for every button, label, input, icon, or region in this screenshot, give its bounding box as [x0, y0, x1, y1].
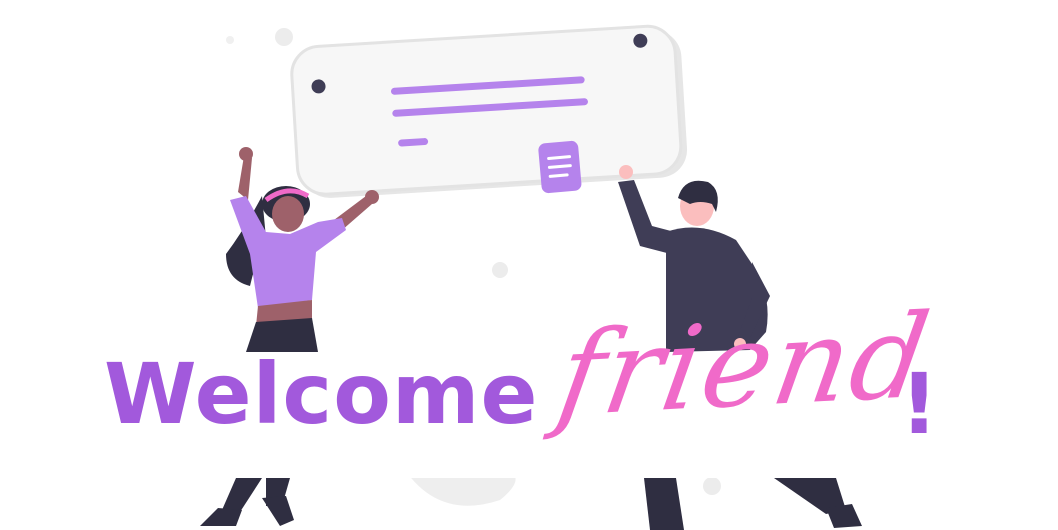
bg-dot — [703, 477, 721, 495]
heading-exclamation: ! — [900, 355, 939, 453]
bg-dot — [275, 28, 293, 46]
heading-welcome: Welcome — [104, 345, 539, 443]
bg-dot — [226, 36, 234, 44]
bg-dot — [492, 262, 508, 278]
document-icon — [538, 140, 582, 194]
heading-friend-script: friend — [549, 288, 940, 443]
